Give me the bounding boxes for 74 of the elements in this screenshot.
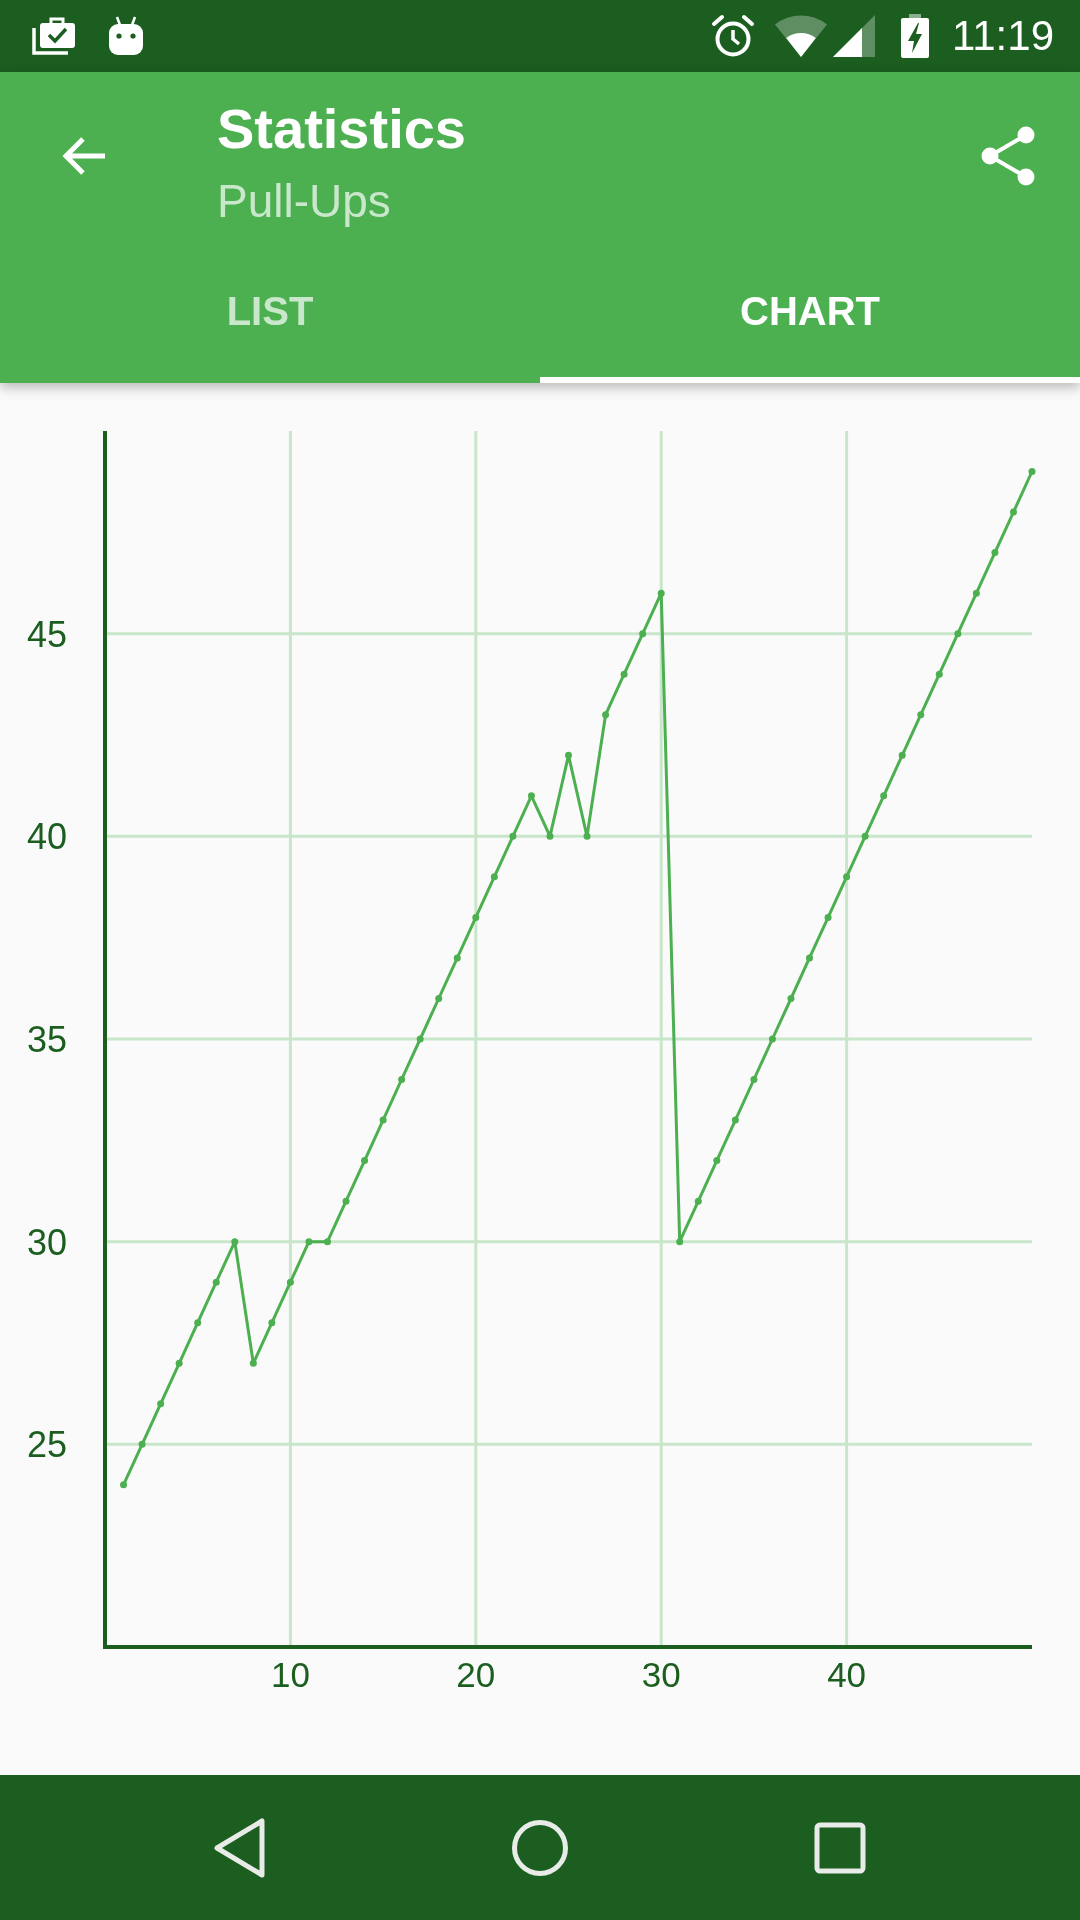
x-tick-label: 40: [827, 1655, 867, 1694]
data-point: [991, 549, 999, 557]
data-point: [713, 1157, 721, 1165]
data-point: [120, 1481, 128, 1489]
wifi-icon: [775, 15, 827, 57]
data-point: [676, 1238, 684, 1246]
signal-icon: [833, 15, 875, 57]
data-point: [1028, 468, 1036, 476]
y-tick-label: 25: [26, 1424, 67, 1466]
data-point: [268, 1319, 276, 1327]
data-point: [324, 1238, 331, 1246]
data-point: [175, 1359, 183, 1367]
data-point: [787, 994, 795, 1002]
clipboard-check-icon: [32, 16, 76, 56]
nav-back-icon[interactable]: [214, 1817, 266, 1878]
data-point: [249, 1359, 257, 1367]
robot-head-icon: [108, 16, 144, 56]
y-tick-label: 30: [26, 1221, 67, 1263]
data-point: [583, 832, 591, 840]
y-tick-label: 35: [26, 1019, 67, 1060]
data-point: [731, 1116, 739, 1124]
data-point: [231, 1238, 239, 1246]
data-point: [361, 1157, 369, 1165]
data-point: [194, 1319, 202, 1327]
data-point: [694, 1197, 702, 1205]
data-point: [138, 1440, 146, 1448]
data-point: [435, 994, 443, 1002]
tab[interactable]: LIST: [0, 239, 540, 383]
data-point: [861, 832, 869, 840]
x-tick-label: 10: [270, 1655, 310, 1694]
data-point: [453, 954, 461, 962]
y-tick-label: 40: [26, 816, 67, 858]
data-point: [342, 1197, 350, 1205]
screen-title: Statistics: [217, 97, 466, 161]
data-point: [880, 792, 888, 800]
data-point: [490, 873, 498, 881]
data-point: [806, 954, 813, 962]
nav-recents-icon[interactable]: [814, 1821, 866, 1874]
data-point: [286, 1278, 294, 1286]
nav-home-icon[interactable]: [511, 1818, 569, 1877]
data-point: [620, 670, 628, 678]
data-point: [472, 913, 480, 921]
share-icon[interactable]: [981, 125, 1035, 186]
data-point: [509, 832, 517, 840]
x-tick-label: 30: [641, 1655, 681, 1694]
data-point: [657, 589, 665, 597]
data-point: [305, 1238, 313, 1246]
screen-subtitle: Pull-Ups: [217, 174, 391, 229]
data-point: [843, 873, 851, 881]
status-time: 11:19: [952, 12, 1054, 60]
data-point: [768, 1035, 776, 1043]
data-point: [898, 751, 906, 759]
data-point: [972, 589, 980, 597]
data-point: [212, 1278, 220, 1286]
data-point: [954, 630, 962, 638]
data-point: [917, 711, 925, 719]
data-point: [398, 1076, 406, 1084]
data-point: [565, 751, 572, 759]
data-point: [639, 630, 647, 638]
data-point: [935, 670, 943, 678]
data-point: [527, 792, 535, 800]
data-point: [602, 711, 610, 719]
data-point: [546, 832, 554, 840]
battery-charging-icon: [901, 14, 929, 58]
alarm-clock-icon: [711, 14, 755, 58]
data-point: [824, 913, 832, 921]
data-point: [1009, 508, 1017, 516]
data-point: [750, 1076, 758, 1084]
data-point: [157, 1400, 165, 1408]
y-tick-label: 45: [26, 613, 67, 655]
tab[interactable]: CHART: [540, 239, 1080, 383]
x-tick-label: 20: [456, 1655, 496, 1694]
data-point: [416, 1035, 424, 1043]
data-point: [379, 1116, 387, 1124]
